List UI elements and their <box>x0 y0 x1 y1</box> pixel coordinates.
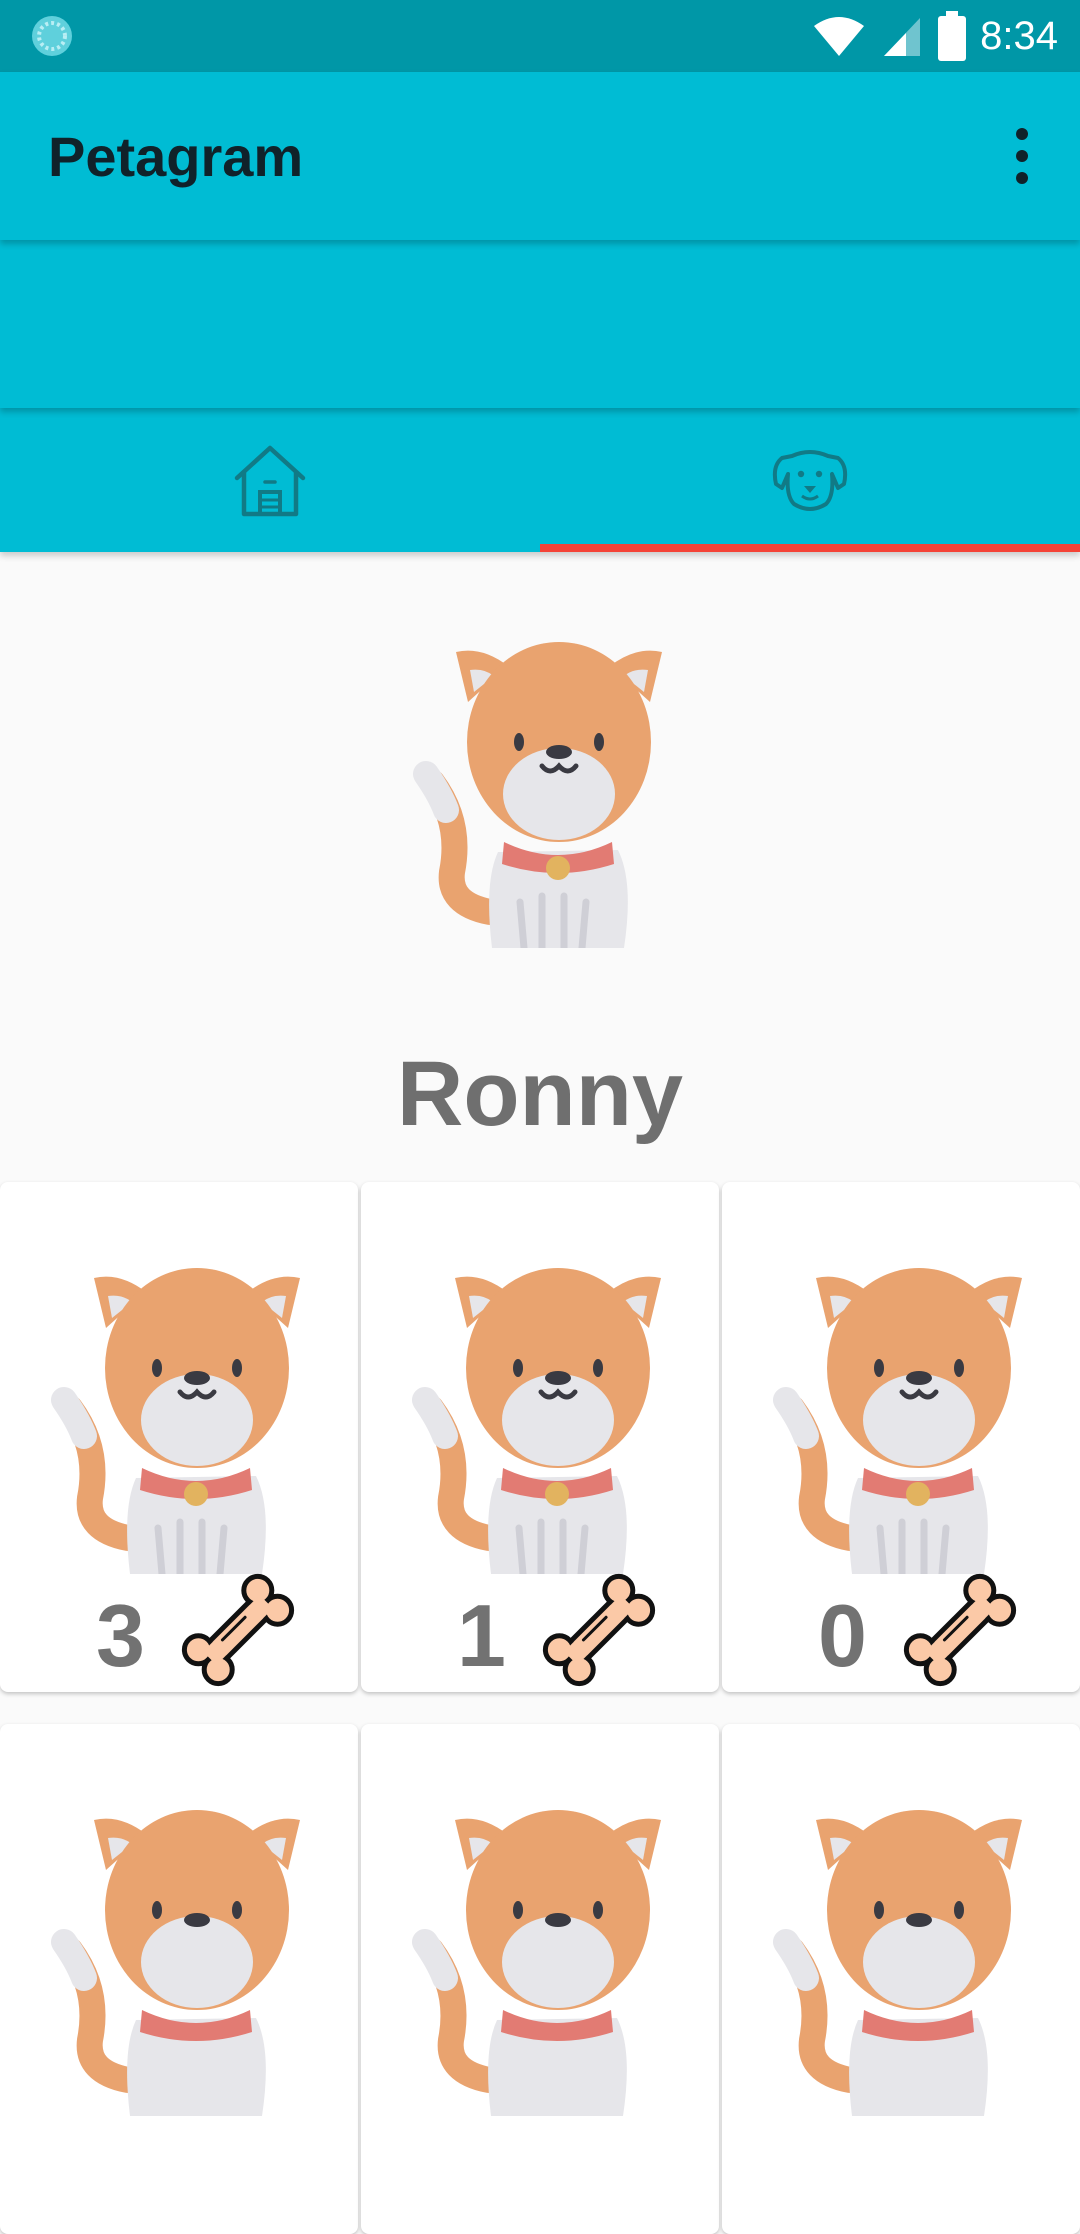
cat-icon <box>773 1810 1022 2116</box>
app-bar: Petagram <box>0 72 1080 240</box>
notification-dot-icon <box>32 16 72 56</box>
cat-icon <box>51 1268 300 1574</box>
tab-bar <box>0 408 1080 552</box>
cat-icon <box>412 1268 661 1574</box>
cat-icon <box>413 642 662 948</box>
like-count: 0 <box>818 1586 867 1685</box>
photo-card[interactable]: 1 <box>361 1182 719 1692</box>
bone-icon[interactable] <box>539 1572 659 1688</box>
cat-icon <box>51 1810 300 2116</box>
status-icons: 8:34 <box>812 0 1058 72</box>
photo-card[interactable] <box>722 1724 1080 2234</box>
secondary-toolbar <box>0 240 1080 408</box>
tab-dog-profile[interactable] <box>540 408 1080 552</box>
dog-icon <box>772 450 848 511</box>
app-title: Petagram <box>48 125 304 188</box>
tab-home[interactable] <box>0 408 540 552</box>
profile-header: Ronny <box>0 552 1080 1178</box>
wifi-icon <box>814 17 865 56</box>
more-vert-icon[interactable] <box>994 128 1050 184</box>
cat-icon <box>412 1810 661 2116</box>
tab-selected-indicator <box>540 544 1080 552</box>
like-count: 1 <box>457 1586 506 1685</box>
signal-icon <box>884 18 921 56</box>
pet-name: Ronny <box>396 1043 684 1145</box>
battery-icon <box>938 11 967 61</box>
photo-card[interactable]: 0 <box>722 1182 1080 1692</box>
cat-icon <box>773 1268 1022 1574</box>
house-icon <box>234 445 306 517</box>
bone-icon[interactable] <box>178 1572 298 1688</box>
like-count: 3 <box>96 1586 145 1685</box>
status-bar: 8:34 <box>0 0 1080 72</box>
bone-icon[interactable] <box>900 1572 1020 1688</box>
photo-card[interactable] <box>0 1724 358 2234</box>
photo-card[interactable]: 3 <box>0 1182 358 1692</box>
photo-card[interactable] <box>361 1724 719 2234</box>
clock-time: 8:34 <box>980 13 1058 58</box>
